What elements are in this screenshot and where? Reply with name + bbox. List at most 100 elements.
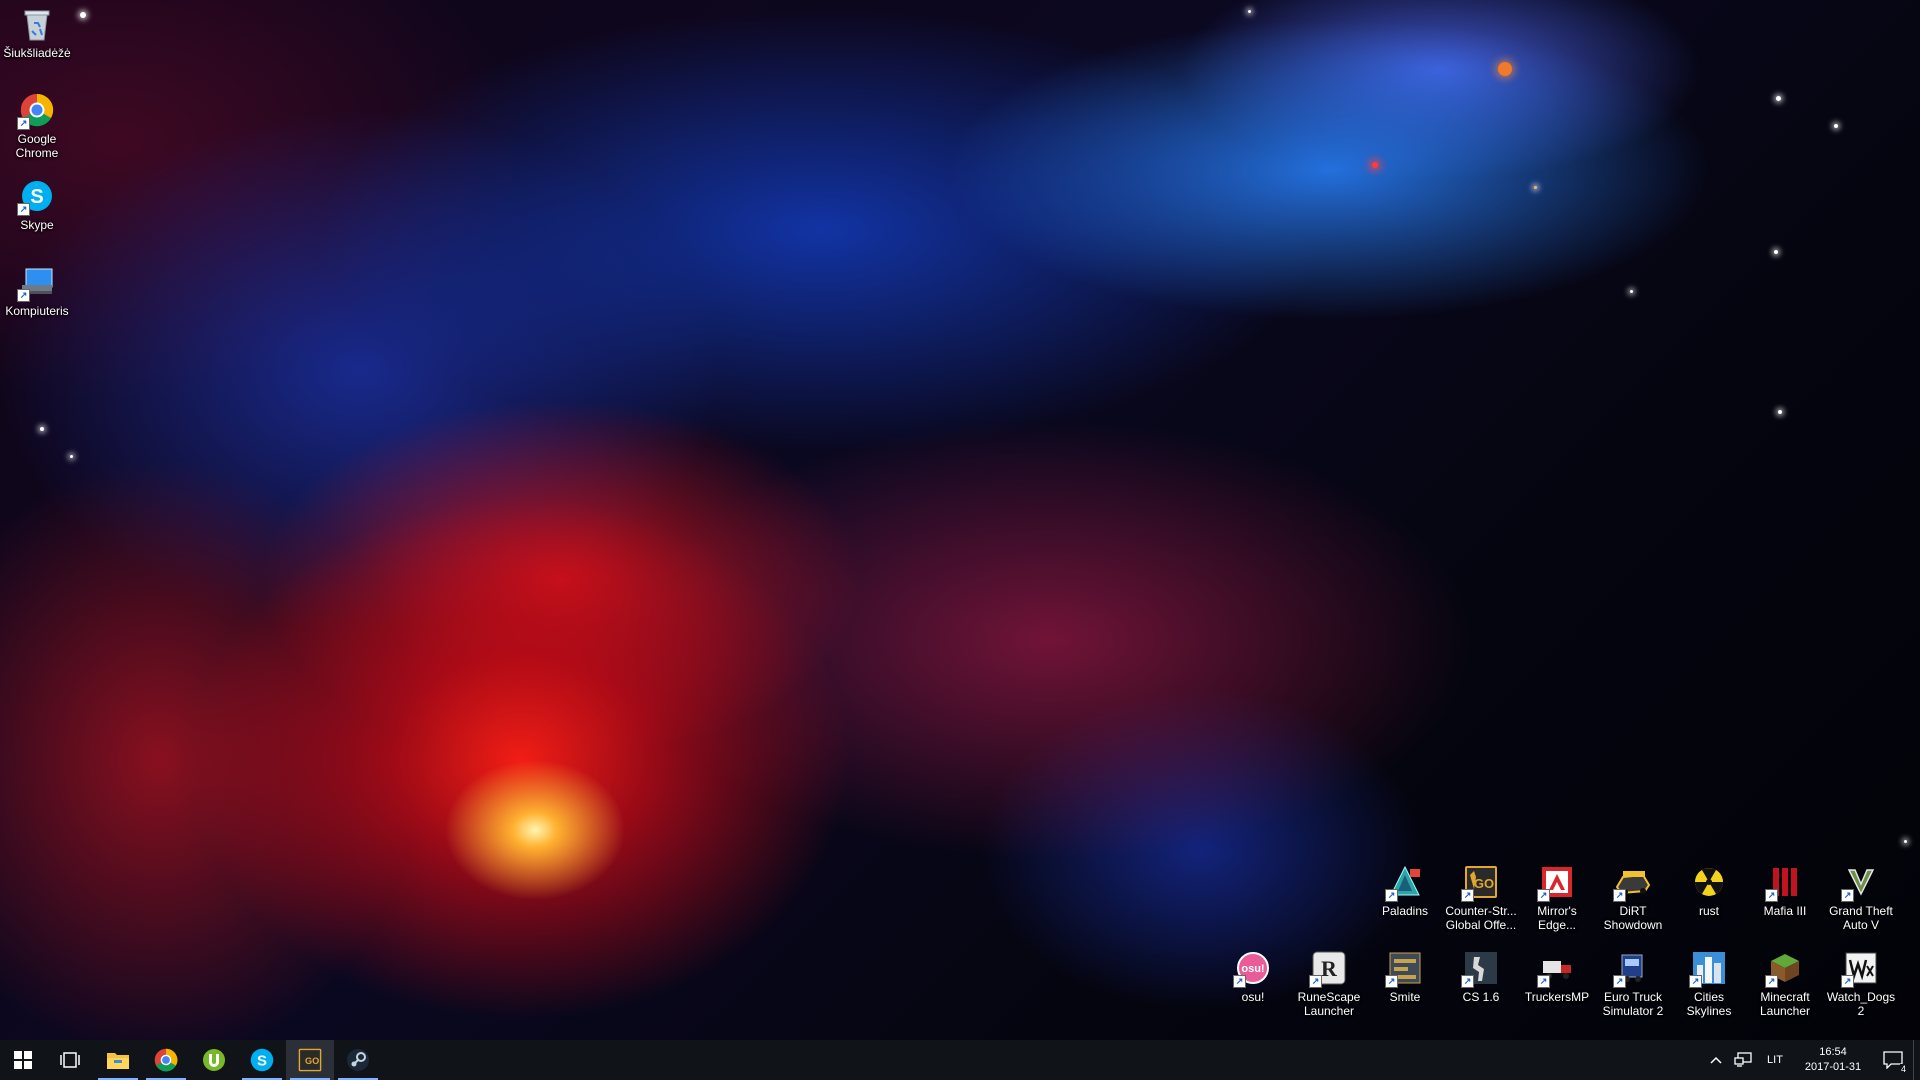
taskbar: S GO LIT 16:54 2017-01-31 4	[0, 1040, 1920, 1080]
desktop-icon-label: rust	[1698, 904, 1719, 918]
desktop-background[interactable]: Šiukšliadėžė ↗ Google Chrome S ↗ Skype ↗…	[0, 0, 1920, 1040]
desktop-icon-computer[interactable]: ↗ Kompiuteris	[0, 264, 74, 318]
desktop-icon-label: Mafia III	[1763, 904, 1807, 918]
desktop-icon-label: Mirror's Edge...	[1537, 904, 1577, 932]
desktop-icon-rust[interactable]: rust	[1672, 864, 1746, 918]
star	[1248, 10, 1251, 13]
desktop-icon-minecraft[interactable]: ↗ Minecraft Launcher	[1748, 950, 1822, 1018]
planet-shape	[1498, 62, 1512, 76]
network-button[interactable]	[1729, 1040, 1757, 1080]
desktop-icon-label: Counter-Str... Global Offe...	[1445, 904, 1517, 932]
euro-truck-simulator-icon: ↗	[1613, 950, 1651, 988]
shortcut-arrow-icon: ↗	[17, 289, 30, 302]
cs16-icon: ↗	[1461, 950, 1499, 988]
desktop-icon-watch-dogs-2[interactable]: ↗ Watch_Dogs 2	[1824, 950, 1898, 1018]
desktop-icon-smite[interactable]: ↗ Smite	[1368, 950, 1442, 1004]
desktop-icon-dirt-showdown[interactable]: ↗ DiRT Showdown	[1596, 864, 1670, 932]
taskbar-skype[interactable]: S	[238, 1040, 286, 1080]
desktop-icon-label: Google Chrome	[15, 132, 59, 160]
file-explorer-icon	[107, 1053, 129, 1069]
shortcut-arrow-icon: ↗	[1385, 975, 1398, 988]
taskbar-file-explorer[interactable]	[94, 1040, 142, 1080]
osu-icon: osu! ↗	[1233, 950, 1271, 988]
runescape-launcher-icon: R ↗	[1309, 950, 1347, 988]
desktop-icon-label: osu!	[1241, 990, 1265, 1004]
desktop-icon-skype[interactable]: S ↗ Skype	[0, 178, 74, 232]
desktop-icon-label: Skype	[20, 218, 54, 232]
desktop-icon-cities-skylines[interactable]: ↗ Cities Skylines	[1672, 950, 1746, 1018]
desktop-icon-euro-truck-simulator[interactable]: ↗ Euro Truck Simulator 2	[1596, 950, 1670, 1018]
cities-skylines-icon: ↗	[1689, 950, 1727, 988]
show-hidden-icons-button[interactable]	[1703, 1040, 1729, 1080]
google-chrome-icon: ↗	[17, 92, 55, 130]
recycle-bin-icon	[19, 6, 55, 42]
shortcut-arrow-icon: ↗	[1537, 889, 1550, 902]
svg-text:osu!: osu!	[1241, 963, 1264, 975]
show-desktop-button[interactable]	[1913, 1040, 1920, 1080]
desktop-icon-label: RuneScape Launcher	[1297, 990, 1361, 1018]
desktop-icon-recycle-bin[interactable]: Šiukšliadėžė	[0, 6, 74, 60]
shortcut-arrow-icon: ↗	[1841, 889, 1854, 902]
shortcut-arrow-icon: ↗	[1233, 975, 1246, 988]
shortcut-arrow-icon: ↗	[1613, 889, 1626, 902]
taskbar-steam[interactable]	[334, 1040, 382, 1080]
start-button[interactable]	[0, 1040, 46, 1080]
taskbar-csgo[interactable]: GO	[286, 1040, 334, 1080]
desktop-icon-truckersmp[interactable]: ↗ TruckersMP	[1520, 950, 1594, 1004]
watch-dogs-2-icon: ↗	[1841, 950, 1879, 988]
task-view-button[interactable]	[46, 1040, 94, 1080]
svg-text:GO: GO	[305, 1056, 319, 1066]
shortcut-arrow-icon: ↗	[1841, 975, 1854, 988]
desktop-icon-label: Watch_Dogs 2	[1826, 990, 1896, 1018]
network-icon	[1734, 1052, 1752, 1067]
shortcut-arrow-icon: ↗	[17, 117, 30, 130]
computer-icon: ↗	[17, 264, 55, 302]
clock-time: 16:54	[1819, 1046, 1847, 1058]
action-center-button[interactable]: 4	[1873, 1040, 1913, 1080]
language-indicator[interactable]: LIT	[1757, 1040, 1793, 1080]
taskbar-chrome[interactable]	[142, 1040, 190, 1080]
desktop-icon-label: Cities Skylines	[1686, 990, 1732, 1018]
desktop-icon-label: Šiukšliadėžė	[3, 46, 71, 60]
svg-text:S: S	[30, 186, 43, 208]
utorrent-icon	[203, 1049, 225, 1071]
shortcut-arrow-icon: ↗	[1537, 975, 1550, 988]
desktop-icon-counter-strike-go[interactable]: GO ↗ Counter-Str... Global Offe...	[1444, 864, 1518, 932]
star	[80, 12, 86, 18]
windows-logo-icon	[14, 1051, 32, 1069]
csgo-taskbar-icon: GO	[298, 1048, 322, 1072]
gta-v-icon: ↗	[1841, 864, 1879, 902]
shortcut-arrow-icon: ↗	[1385, 889, 1398, 902]
desktop-icon-label: Minecraft Launcher	[1759, 990, 1811, 1018]
star	[1778, 410, 1782, 414]
desktop-icon-gta-v[interactable]: ↗ Grand Theft Auto V	[1824, 864, 1898, 932]
desktop-icon-label: Paladins	[1381, 904, 1429, 918]
svg-text:S: S	[257, 1052, 267, 1069]
desktop-icon-cs16[interactable]: ↗ CS 1.6	[1444, 950, 1518, 1004]
clock[interactable]: 16:54 2017-01-31	[1793, 1045, 1873, 1075]
truckersmp-icon: ↗	[1537, 950, 1575, 988]
shortcut-arrow-icon: ↗	[1309, 975, 1322, 988]
dirt-showdown-icon: ↗	[1613, 864, 1651, 902]
desktop-icon-mirrors-edge[interactable]: ↗ Mirror's Edge...	[1520, 864, 1594, 932]
shortcut-arrow-icon: ↗	[1613, 975, 1626, 988]
clock-date: 2017-01-31	[1804, 1061, 1862, 1073]
skype-icon: S ↗	[17, 178, 55, 216]
star	[1630, 290, 1633, 293]
smite-icon: ↗	[1385, 950, 1423, 988]
desktop-icon-paladins[interactable]: ↗ Paladins	[1368, 864, 1442, 918]
desktop-icon-label: DiRT Showdown	[1603, 904, 1663, 932]
desktop-icon-mafia-iii[interactable]: ↗ Mafia III	[1748, 864, 1822, 918]
star	[1776, 96, 1781, 101]
star	[40, 427, 44, 431]
desktop-icon-runescape[interactable]: R ↗ RuneScape Launcher	[1292, 950, 1366, 1018]
shortcut-arrow-icon: ↗	[1461, 975, 1474, 988]
skype-taskbar-icon: S	[250, 1048, 274, 1072]
svg-text:GO: GO	[1474, 876, 1494, 891]
system-tray: LIT 16:54 2017-01-31 4	[1703, 1040, 1920, 1080]
desktop-icon-osu[interactable]: osu! ↗ osu!	[1216, 950, 1290, 1004]
taskbar-utorrent[interactable]	[190, 1040, 238, 1080]
desktop-icon-google-chrome[interactable]: ↗ Google Chrome	[0, 92, 74, 160]
star	[1534, 186, 1537, 189]
notification-count-badge: 4	[1899, 1064, 1907, 1074]
